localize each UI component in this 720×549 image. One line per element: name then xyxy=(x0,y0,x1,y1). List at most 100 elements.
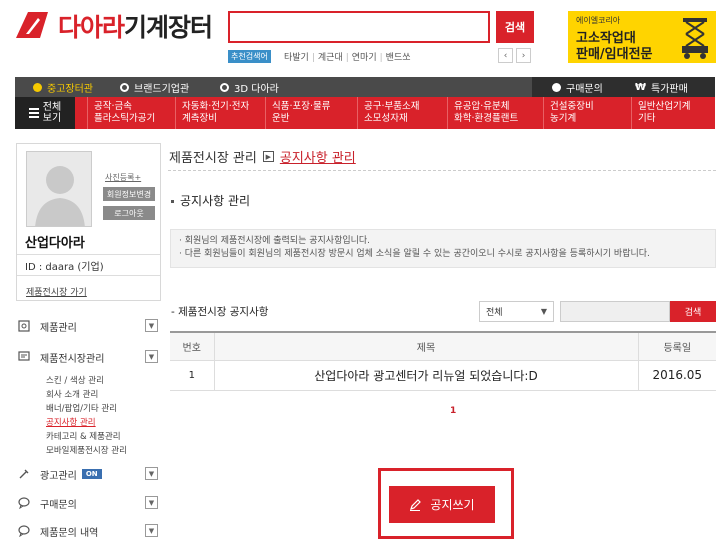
column-header-date[interactable]: 등록일 xyxy=(637,331,716,361)
megaphone-icon xyxy=(18,468,30,480)
speech-bubble-icon xyxy=(18,525,30,537)
category-construction-farm[interactable]: 건설중장비 농기계 xyxy=(543,97,631,129)
pagination-page[interactable]: 1 xyxy=(450,406,456,416)
filter-select-value: 전체 xyxy=(486,308,503,318)
daara-logo-icon[interactable] xyxy=(14,10,50,40)
breadcrumb: 제품전시장 관리 ▶ 공지사항 관리 xyxy=(169,147,356,166)
breadcrumb-divider xyxy=(168,170,716,171)
keyword-link[interactable]: 타발기 xyxy=(284,53,309,63)
company-name: 산업다아라 xyxy=(25,236,85,251)
user-id: ID : daara (기업) xyxy=(17,254,160,276)
site-logo-text[interactable]: 다아라기계장터 xyxy=(58,8,213,44)
chevron-down-icon[interactable]: ▼ xyxy=(145,350,158,363)
sidebar-item-product-inquiry-history[interactable]: 제품문의 내역 ▼ xyxy=(18,523,158,539)
nav-special-sale[interactable]: ₩ 특가판매 xyxy=(635,77,688,97)
submenu-banner-popup[interactable]: 배너/팝업/기타 관리 xyxy=(46,402,117,414)
nav-brand-company-label: 브랜드기업관 xyxy=(134,83,190,95)
sidebar-item-label: 광고관리 xyxy=(40,470,77,482)
bullet-icon xyxy=(171,200,174,203)
nav-brand-company[interactable]: 브랜드기업관 xyxy=(120,77,189,97)
hamburger-icon xyxy=(28,108,39,118)
keyword-separator: | xyxy=(345,53,349,63)
category-tools-parts[interactable]: 공구·부품소재 소모성자재 xyxy=(357,97,447,129)
search-button[interactable]: 검색 xyxy=(496,11,534,43)
sidebar-item-label: 제품관리 xyxy=(40,322,77,334)
notice-list-title: - 제품전시장 공지사항 xyxy=(171,306,269,318)
keywords-prev-button[interactable]: ‹ xyxy=(498,48,513,63)
ad-banner[interactable]: 에이엘코리아 고소작업대 판매/임대전문 xyxy=(568,11,716,63)
chevron-right-icon: ▶ xyxy=(262,151,274,162)
breadcrumb-current[interactable]: 공지사항 관리 xyxy=(280,147,356,166)
category-general-machinery[interactable]: 일반산업기계 기타 xyxy=(631,97,715,129)
breadcrumb-parent[interactable]: 제품전시장 관리 xyxy=(169,147,257,166)
logo-text-red: 다아라 xyxy=(58,13,125,42)
notice-search-button[interactable]: 검색 xyxy=(670,301,716,322)
ad-headline-2: 판매/임대전문 xyxy=(576,47,653,62)
submenu-skin-color[interactable]: 스킨 / 색상 관리 xyxy=(46,374,104,386)
category-pneumatic-chemical[interactable]: 유공압·유분체 화학·환경플랜트 xyxy=(447,97,543,129)
notice-table: 번호 제목 등록일 1 산업다아라 광고센터가 리뉴얼 되었습니다:D 2016… xyxy=(170,331,716,391)
keyword-separator: | xyxy=(379,53,383,63)
brand-company-icon xyxy=(120,82,129,92)
submenu-mobile-store[interactable]: 모바일제품전시장 관리 xyxy=(46,444,127,456)
chevron-down-icon[interactable]: ▼ xyxy=(145,467,158,480)
submenu-notice-mgmt[interactable]: 공지사항 관리 xyxy=(46,416,96,428)
logo-text-dark: 기계장터 xyxy=(124,13,213,42)
category-metal-plastic[interactable]: 공작·금속 플라스틱가공기 xyxy=(87,97,175,129)
write-notice-button[interactable]: 공지쓰기 xyxy=(389,486,495,523)
nav-used-market[interactable]: 중고장터관 xyxy=(33,77,93,97)
submenu-company-intro[interactable]: 회사 소개 관리 xyxy=(46,388,98,400)
notice-date: 2016.05 xyxy=(637,360,716,391)
sidebar-item-label: 제품전시장관리 xyxy=(40,353,105,365)
ad-brand: 에이엘코리아 xyxy=(576,16,621,25)
keyword-link[interactable]: 연마기 xyxy=(352,53,377,63)
view-all-categories-button[interactable]: 전체 보기 xyxy=(15,97,75,129)
submenu-category-product[interactable]: 카테고리 & 제품관리 xyxy=(46,430,121,442)
keyword-link[interactable]: 계근대 xyxy=(318,53,343,63)
default-user-icon xyxy=(35,166,85,226)
notice-no: 1 xyxy=(170,360,214,391)
nav-purchase-inquiry[interactable]: 구매문의 xyxy=(552,77,603,97)
speech-bubble-icon xyxy=(18,497,30,509)
recommended-keywords: 타발기 | 계근대 | 연마기 | 밴드쏘 xyxy=(284,50,411,63)
category-automation[interactable]: 자동화·전기·전자 계측장비 xyxy=(175,97,265,129)
nav-used-market-label: 중고장터관 xyxy=(47,83,93,95)
pencil-icon xyxy=(409,498,422,511)
column-header-no[interactable]: 번호 xyxy=(170,331,214,361)
sidebar-item-label: 구매문의 xyxy=(40,499,77,511)
chat-bubble-icon xyxy=(18,351,30,363)
go-to-store-link[interactable]: 제품전시장 가기 xyxy=(26,285,87,298)
category-food-packaging[interactable]: 식품·포장·물류 운반 xyxy=(265,97,357,129)
category-navigation: 전체 보기 공작·금속 플라스틱가공기 자동화·전기·전자 계측장비 식품·포장·물류… xyxy=(15,97,715,129)
chat-icon xyxy=(552,82,561,92)
info-line: · 회원님의 제품전시장에 출력되는 공지사항입니다. xyxy=(179,236,371,246)
filter-select[interactable]: 전체 ▼ xyxy=(479,301,554,322)
chevron-down-icon[interactable]: ▼ xyxy=(145,524,158,537)
sidebar-item-ad-mgmt[interactable]: 광고관리 ON ▼ xyxy=(18,466,158,482)
table-row[interactable]: 1 산업다아라 광고센터가 리뉴얼 되었습니다:D 2016.05 xyxy=(170,360,716,391)
logout-button[interactable]: 로그아웃 xyxy=(103,206,155,220)
ad-on-badge: ON xyxy=(81,469,102,479)
sidebar-item-store-mgmt[interactable]: 제품전시장관리 ▼ xyxy=(18,349,158,365)
info-line: · 다른 회원님들이 회원님의 제품전시장 방문시 업체 소식을 알릴 수 있는… xyxy=(179,249,650,259)
table-header-row: 번호 제목 등록일 xyxy=(170,331,716,361)
search-input[interactable] xyxy=(228,11,490,43)
view-all-label: 전체 보기 xyxy=(42,102,62,124)
keyword-link[interactable]: 밴드쏘 xyxy=(386,53,411,63)
recommended-keywords-tag: 추천검색어 xyxy=(228,50,271,63)
edit-member-info-button[interactable]: 회원정보변경 xyxy=(103,187,155,201)
chevron-down-icon[interactable]: ▼ xyxy=(145,496,158,509)
nav-special-sale-label: 특가판매 xyxy=(651,83,688,95)
sidebar-item-purchase-inquiry[interactable]: 구매문의 ▼ xyxy=(18,495,158,511)
column-header-title[interactable]: 제목 xyxy=(213,331,638,361)
product-grid-icon xyxy=(18,320,30,332)
won-icon: ₩ xyxy=(635,81,647,93)
notice-search-input[interactable] xyxy=(560,301,670,322)
notice-title-link[interactable]: 산업다아라 광고센터가 리뉴얼 되었습니다:D xyxy=(213,360,638,391)
nav-3d-daara[interactable]: 3D 다아라 xyxy=(220,77,279,97)
photo-register-link[interactable]: 사진등록+ xyxy=(105,172,141,183)
sidebar-item-product-mgmt[interactable]: 제품관리 ▼ xyxy=(18,318,158,334)
chevron-down-icon[interactable]: ▼ xyxy=(145,319,158,332)
keywords-next-button[interactable]: › xyxy=(516,48,531,63)
top-navigation-right: 구매문의 ₩ 특가판매 xyxy=(532,77,715,97)
